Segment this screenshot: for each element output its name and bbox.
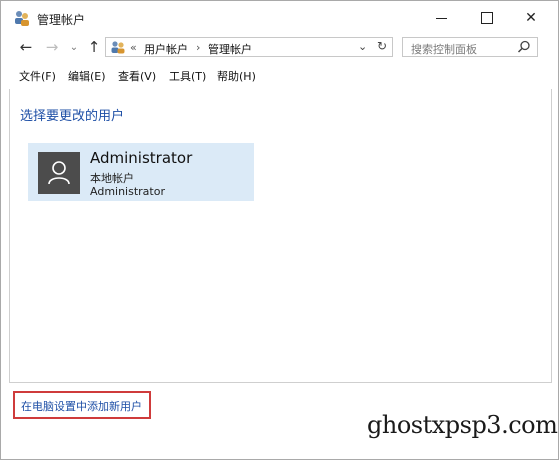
- title-bar[interactable]: 管理帐户 ✕: [1, 1, 558, 35]
- add-user-highlight: 在电脑设置中添加新用户: [13, 391, 151, 419]
- back-arrow-icon[interactable]: ←: [17, 38, 35, 56]
- menu-file[interactable]: 文件(F): [19, 68, 56, 84]
- add-new-user-link[interactable]: 在电脑设置中添加新用户: [21, 398, 142, 414]
- maximize-button[interactable]: [467, 5, 507, 31]
- up-arrow-icon[interactable]: ↑: [85, 38, 103, 56]
- content-pane: 选择要更改的用户 Administrator 本地帐户 Administrato…: [9, 89, 552, 383]
- search-box[interactable]: 搜索控制面板: [402, 37, 538, 57]
- address-bar[interactable]: « 用户帐户 › 管理帐户 ⌄ ↻: [105, 37, 393, 57]
- user-accounts-icon: [111, 41, 125, 54]
- breadcrumb-overflow-icon[interactable]: «: [130, 41, 137, 54]
- breadcrumb-manage-accounts[interactable]: 管理帐户: [208, 41, 252, 57]
- user-avatar-icon: [38, 152, 80, 194]
- breadcrumb-separator-icon[interactable]: ›: [196, 41, 200, 54]
- forward-arrow-icon[interactable]: →: [43, 38, 61, 56]
- user-accounts-icon: [15, 11, 29, 26]
- recent-locations-icon[interactable]: ⌄: [65, 42, 83, 53]
- menu-edit[interactable]: 编辑(E): [68, 68, 106, 84]
- page-heading: 选择要更改的用户: [20, 109, 125, 124]
- account-type: 本地帐户: [90, 172, 134, 185]
- close-button[interactable]: ✕: [511, 5, 551, 31]
- watermark-text: ghostxpsp3.com: [367, 411, 558, 439]
- account-tile-administrator[interactable]: Administrator 本地帐户 Administrator: [28, 143, 254, 201]
- search-placeholder: 搜索控制面板: [411, 43, 477, 56]
- breadcrumb-user-accounts[interactable]: 用户帐户: [144, 41, 188, 57]
- menu-view[interactable]: 查看(V): [118, 68, 156, 84]
- menu-bar: 文件(F) 编辑(E) 查看(V) 工具(T) 帮助(H): [1, 65, 558, 85]
- navigation-row: ← → ⌄ ↑ « 用户帐户 › 管理帐户 ⌄ ↻ 搜索控制面板: [1, 35, 558, 61]
- minimize-icon: [435, 17, 447, 19]
- account-name: Administrator: [90, 149, 193, 167]
- account-full-name: Administrator: [90, 185, 165, 198]
- address-dropdown-icon[interactable]: ⌄: [358, 40, 367, 53]
- search-icon[interactable]: [517, 40, 531, 54]
- menu-tools[interactable]: 工具(T): [169, 68, 206, 84]
- maximize-icon: [481, 12, 493, 24]
- close-icon: ✕: [525, 10, 537, 26]
- window-title: 管理帐户: [37, 13, 86, 27]
- menu-help[interactable]: 帮助(H): [217, 68, 256, 84]
- refresh-icon[interactable]: ↻: [377, 39, 387, 53]
- minimize-button[interactable]: [421, 5, 461, 31]
- control-panel-window: 管理帐户 ✕ ← → ⌄ ↑ « 用户帐户 › 管理帐户 ⌄ ↻ 搜索控制面板 …: [0, 0, 559, 460]
